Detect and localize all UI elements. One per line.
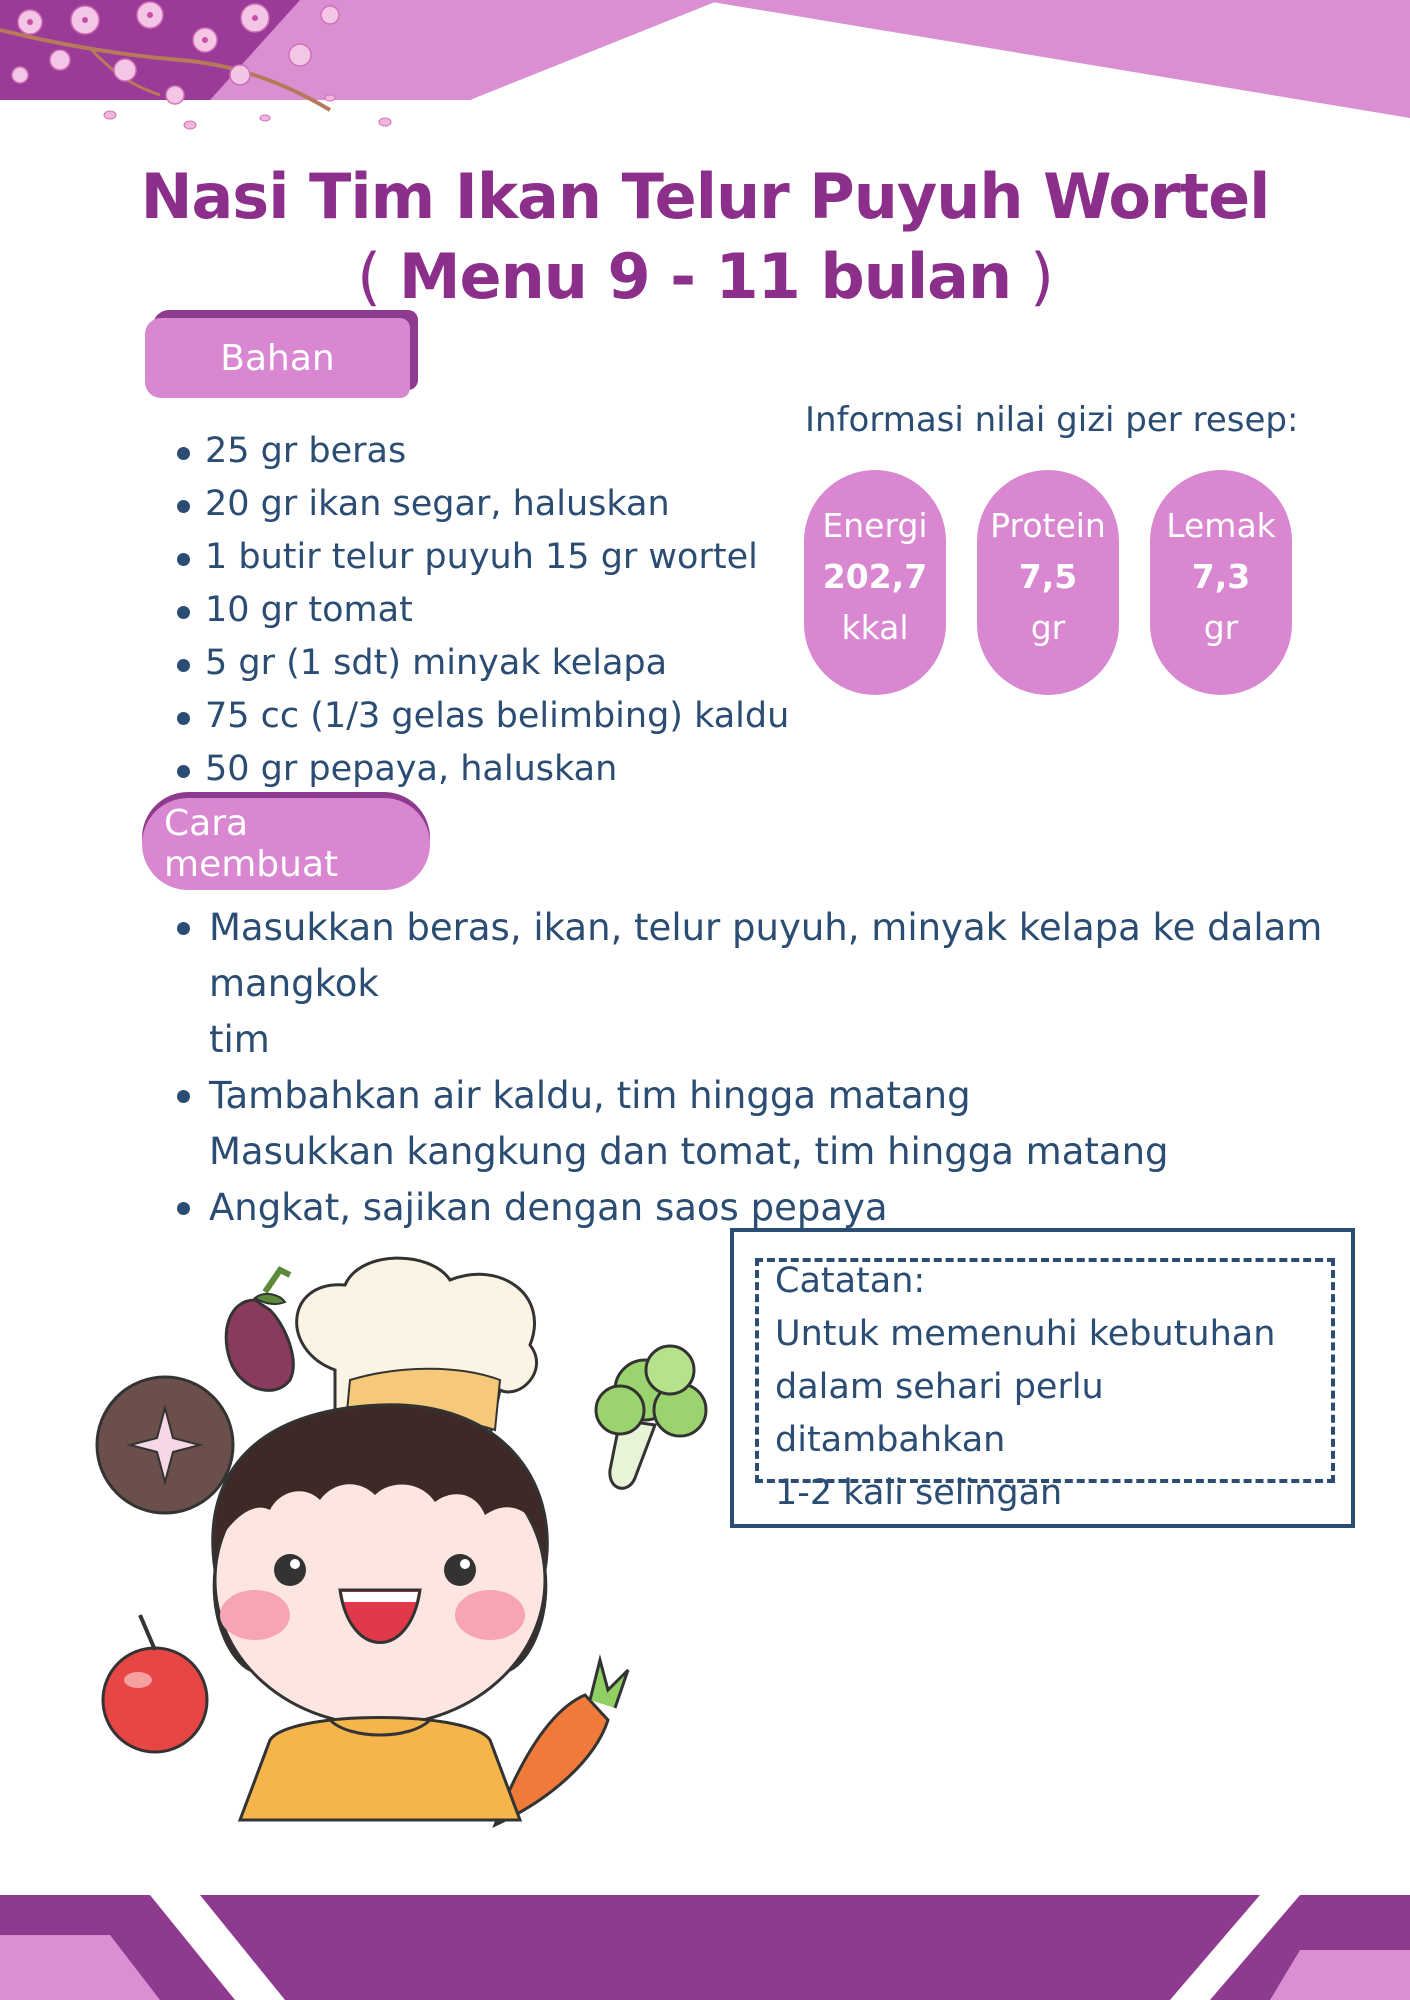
eggplant-icon [224,1266,295,1392]
nutrition-badge-protein: Protein 7,5 gr [977,470,1119,695]
nutrition-badge-energi: Energi 202,7 kkal [804,470,946,695]
nutrition-value: 202,7 [822,557,928,596]
subtitle-close-paren: ) [1011,240,1054,313]
cara-list: Masukkan beras, ikan, telur puyuh, minya… [175,900,1395,1236]
nutrition-label: Lemak [1166,506,1276,545]
bahan-item: 75 cc (1/3 gelas belimbing) kaldu [175,690,815,743]
bahan-item: 5 gr (1 sdt) minyak kelapa [175,637,815,690]
nutrition-value: 7,5 [1018,557,1078,596]
mushroom-icon [95,1375,235,1515]
nutrition-unit: gr [1203,608,1239,647]
bahan-item: 25 gr beras [175,425,815,478]
nutrition-label: Protein [990,506,1106,545]
cara-step: Masukkan beras, ikan, telur puyuh, minya… [175,900,1395,1012]
cara-heading: Cara membuat [142,798,430,890]
carrot-icon [492,1654,630,1828]
broccoli-icon [594,1344,708,1490]
catatan-text: Catatan: Untuk memenuhi kebutuhan dalam … [775,1255,1335,1520]
nutrition-unit: gr [1030,608,1066,647]
cara-step: Tambahkan air kaldu, tim hingga matang [175,1068,1395,1124]
nutrition-value: 7,3 [1191,557,1251,596]
nutrition-unit: kkal [841,608,909,647]
top-decoration [0,0,1410,130]
bahan-item: 20 gr ikan segar, haluskan [175,478,815,531]
cara-step-continuation: tim [209,1018,270,1061]
gizi-heading: Informasi nilai gizi per resep: [805,400,1299,440]
chef-illustration [95,1256,708,1828]
catatan-line: Untuk memenuhi kebutuhan [775,1314,1276,1354]
catatan-line: 1-2 kali selingan [775,1473,1063,1513]
recipe-subtitle: ( Menu 9 - 11 bulan ) [0,240,1410,313]
cara-step-continuation: Masukkan kangkung dan tomat, tim hingga … [209,1130,1169,1173]
bahan-item: 10 gr tomat [175,584,815,637]
recipe-title: Nasi Tim Ikan Telur Puyuh Wortel [140,160,1271,233]
subtitle-age-range: Menu 9 - 11 bulan [398,240,1012,313]
bahan-item: 50 gr pepaya, haluskan [175,743,815,796]
catatan-title: Catatan: [775,1261,926,1301]
bahan-heading: Bahan [145,318,410,398]
bahan-item: 1 butir telur puyuh 15 gr wortel [175,531,815,584]
subtitle-open-paren: ( [356,240,399,313]
nutrition-label: Energi [822,506,928,545]
bottom-decoration [0,1895,1410,2000]
catatan-line: dalam sehari perlu ditambahkan [775,1367,1104,1460]
bahan-list: 25 gr beras 20 gr ikan segar, haluskan 1… [175,425,815,796]
tomato-icon [101,1614,209,1754]
nutrition-badge-lemak: Lemak 7,3 gr [1150,470,1292,695]
